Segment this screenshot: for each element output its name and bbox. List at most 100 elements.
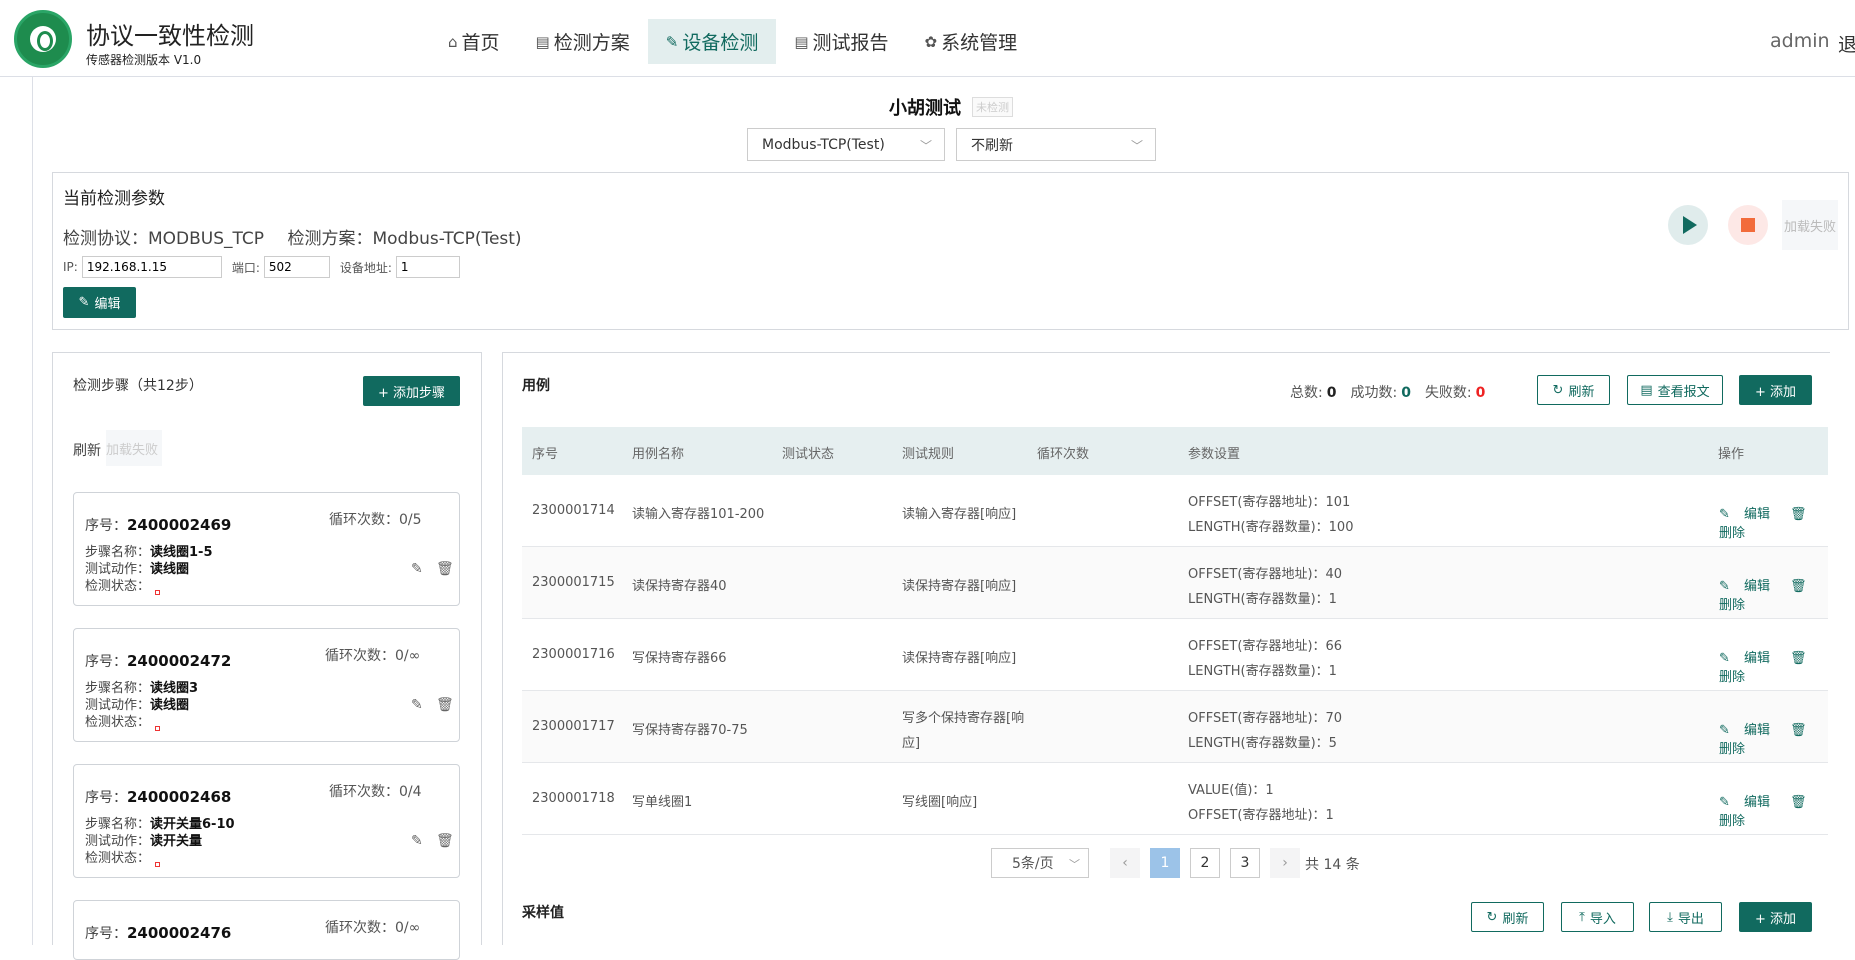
load-fail-image: 加载失败 — [1782, 200, 1838, 250]
step-name: 读线圈1-5 — [150, 545, 213, 560]
fail-count: 0 — [1475, 385, 1486, 401]
upload-icon: ⤒ — [1579, 909, 1585, 925]
refresh-select[interactable]: 不刷新 ﹀ — [956, 128, 1156, 161]
params-panel — [52, 172, 1849, 330]
ip-field[interactable] — [81, 256, 222, 278]
gear-icon: ✿ — [924, 32, 938, 51]
export-button[interactable]: ⤓ 导出 — [1649, 902, 1722, 932]
next-page-button[interactable]: › — [1270, 848, 1300, 878]
nav-device-test[interactable]: ✎ 设备检测 — [647, 19, 777, 64]
step-card[interactable]: 序号：2400002476 循环次数：0/∞ — [73, 900, 460, 960]
step-card[interactable]: 序号：2400002469 循环次数：0/5 步骤名称：读线圈1-5 测试动作：… — [73, 492, 460, 606]
page-2-button[interactable]: 2 — [1190, 848, 1220, 878]
plan-select[interactable]: Modbus-TCP(Test) ﹀ — [747, 128, 945, 161]
chevron-left-icon: ‹ — [1122, 855, 1128, 871]
step-number: 2400002469 — [127, 516, 232, 534]
table-row: 2300001717 写保持寄存器70-75 写多个保持寄存器[响 应] OFFS… — [522, 691, 1828, 763]
step-number: 2400002472 — [127, 652, 232, 670]
col-loop: 循环次数 — [1037, 447, 1090, 462]
steps-refresh-link[interactable]: 刷新 — [73, 440, 101, 460]
params-heading: 当前检测参数 — [63, 189, 165, 209]
step-action: 读开关量 — [150, 834, 203, 849]
import-button[interactable]: ⤒ 导入 — [1561, 902, 1634, 932]
page-3-button[interactable]: 3 — [1230, 848, 1260, 878]
table-row: 2300001716 写保持寄存器66 读保持寄存器[响应] OFFSET(寄存… — [522, 619, 1828, 691]
play-button[interactable] — [1668, 205, 1708, 245]
cases-refresh-button[interactable]: ↻ 刷新 — [1537, 375, 1610, 405]
chevron-down-icon: ﹀ — [1069, 858, 1080, 871]
trash-icon: 🗑 — [1790, 795, 1807, 810]
logo-icon — [14, 10, 72, 68]
add-case-button[interactable]: + 添加 — [1739, 375, 1812, 405]
col-name: 用例名称 — [632, 447, 685, 462]
download-icon: ⤓ — [1667, 909, 1673, 925]
user-name[interactable]: admin — [1770, 30, 1830, 52]
col-actions: 操作 — [1718, 447, 1745, 462]
table-row: 2300001714 读输入寄存器101-200 读输入寄存器[响应] OFFS… — [522, 475, 1828, 547]
step-loop-count: 0/5 — [399, 512, 422, 528]
case-stats: 总数: 0 成功数: 0 失败数: 0 — [1290, 385, 1486, 401]
port-field[interactable] — [263, 256, 330, 278]
edit-icon[interactable]: ✎ — [411, 561, 423, 577]
step-action: 读线圈 — [150, 698, 190, 713]
trash-icon: 🗑 — [1790, 507, 1807, 522]
edit-case-link[interactable]: ✎ 编辑 — [1719, 507, 1780, 522]
edit-icon: ✎ — [1719, 507, 1735, 522]
port-label: 端口: — [231, 260, 260, 275]
stop-button[interactable] — [1728, 205, 1768, 245]
nav-home[interactable]: ⌂ 首页 — [430, 19, 518, 64]
add-step-button[interactable]: + 添加步骤 — [363, 376, 460, 406]
add-sample-button[interactable]: + 添加 — [1739, 902, 1812, 932]
col-id: 序号 — [532, 447, 559, 462]
trash-icon[interactable]: 🗑 — [436, 561, 454, 577]
edit-case-link[interactable]: ✎ 编辑 — [1719, 723, 1780, 738]
device-address-field[interactable] — [395, 256, 460, 278]
edit-icon: ✎ — [78, 295, 90, 310]
nav-system[interactable]: ✿ 系统管理 — [907, 19, 1036, 64]
edit-icon[interactable]: ✎ — [411, 697, 423, 713]
edit-icon: ✎ — [1719, 795, 1735, 810]
step-number: 2400002468 — [127, 788, 232, 806]
trash-icon[interactable]: 🗑 — [436, 833, 454, 849]
protocol-value: MODBUS_TCP — [148, 229, 265, 249]
top-bar: 协议一致性检测 传感器检测版本 V1.0 ⌂ 首页 ▤ 检测方案 ✎ 设备检测 ▤ 测试… — [0, 0, 1855, 77]
chevron-down-icon: ﹀ — [1130, 139, 1143, 153]
refresh-icon: ↻ — [1486, 909, 1498, 925]
col-rule: 测试规则 — [902, 447, 955, 462]
ip-label: IP: — [63, 260, 78, 274]
app-version: 传感器检测版本 V1.0 — [86, 53, 202, 67]
chevron-down-icon: ﹀ — [919, 139, 932, 153]
edit-case-link[interactable]: ✎ 编辑 — [1719, 651, 1780, 666]
page-1-button[interactable]: 1 — [1150, 848, 1180, 878]
status-indicator — [155, 590, 160, 595]
samples-refresh-button[interactable]: ↻ 刷新 — [1471, 902, 1544, 932]
view-report-button[interactable]: ▤ 查看报文 — [1627, 375, 1723, 405]
edit-case-link[interactable]: ✎ 编辑 — [1719, 795, 1780, 810]
edit-params-button[interactable]: ✎ 编辑 — [63, 287, 136, 318]
nav-plans[interactable]: ▤ 检测方案 — [518, 19, 648, 64]
edit-case-link[interactable]: ✎ 编辑 — [1719, 579, 1780, 594]
home-icon: ⌂ — [448, 32, 458, 51]
trash-icon[interactable]: 🗑 — [436, 697, 454, 713]
table-header: 序号 用例名称 测试状态 测试规则 循环次数 参数设置 操作 — [522, 427, 1828, 475]
refresh-icon: ↻ — [1552, 382, 1564, 398]
edit-icon[interactable]: ✎ — [411, 833, 423, 849]
prev-page-button[interactable]: ‹ — [1110, 848, 1140, 878]
logout-link[interactable]: 退 — [1838, 30, 1855, 57]
report-icon: ▤ — [794, 32, 809, 51]
page-size-select[interactable]: 5条/页 ﹀ — [991, 848, 1089, 878]
trash-icon: 🗑 — [1790, 723, 1807, 738]
status-badge: 未检测 — [972, 97, 1013, 117]
document-icon: ▤ — [1640, 382, 1653, 398]
step-card[interactable]: 序号：2400002472 循环次数：0/∞ 步骤名称：读线圈3 测试动作：读线… — [73, 628, 460, 742]
col-status: 测试状态 — [782, 447, 835, 462]
edit-icon: ✎ — [1719, 579, 1735, 594]
plan-label: 检测方案： — [287, 229, 373, 249]
step-card[interactable]: 序号：2400002468 循环次数：0/4 步骤名称：读开关量6-10 测试动… — [73, 764, 460, 878]
total-records: 共 14 条 — [1305, 857, 1360, 873]
edit-icon: ✎ — [1719, 723, 1735, 738]
cases-title: 用例 — [522, 378, 550, 394]
nav-reports[interactable]: ▤ 测试报告 — [776, 19, 906, 64]
plan-value: Modbus-TCP(Test) — [372, 229, 522, 249]
chevron-right-icon: › — [1282, 855, 1288, 871]
